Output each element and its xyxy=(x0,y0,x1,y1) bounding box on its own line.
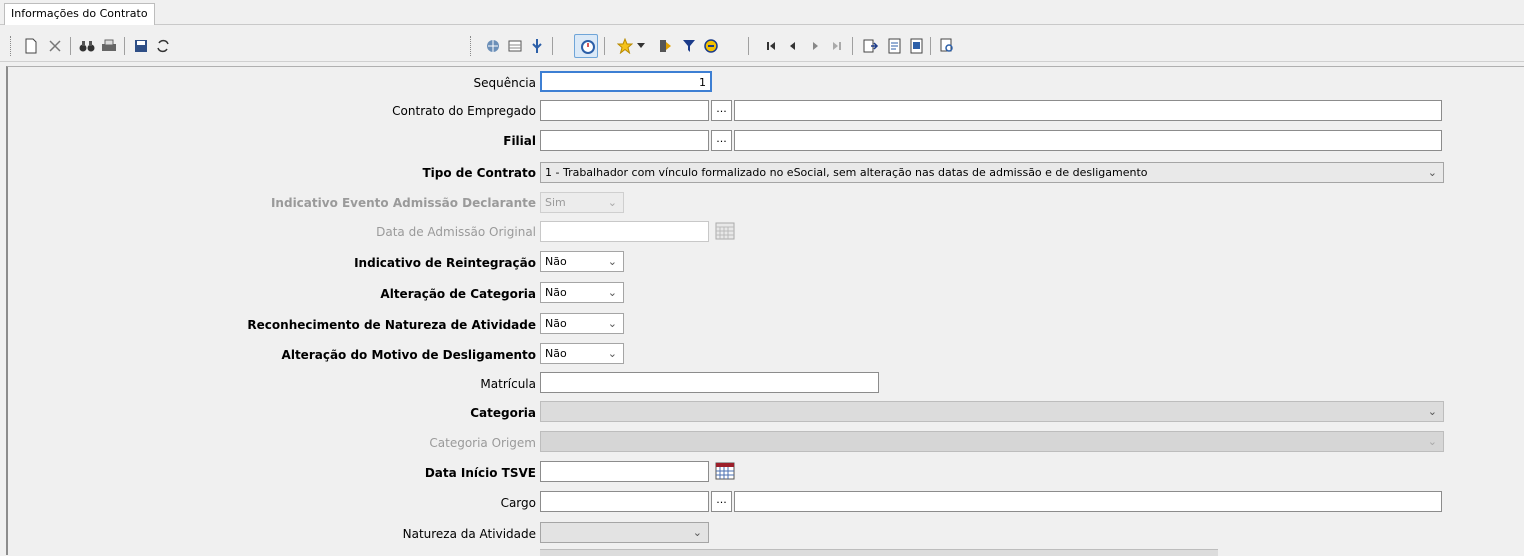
chevron-down-icon: ⌄ xyxy=(607,196,617,209)
label-natureza-atividade: Natureza da Atividade xyxy=(402,527,536,541)
first-record-icon[interactable] xyxy=(762,37,780,55)
tipo-contrato-select[interactable]: 1 - Trabalhador com vínculo formalizado … xyxy=(540,162,1444,183)
indicativo-reintegracao-select[interactable]: Não ⌄ xyxy=(540,251,624,272)
sequencia-input[interactable]: 1 xyxy=(540,71,712,92)
toolbar xyxy=(0,31,1524,62)
alteracao-motivo-value: Não xyxy=(545,347,567,360)
contrato-empregado-lookup-button[interactable]: ... xyxy=(711,100,732,121)
label-data-inicio-tsve: Data Início TSVE xyxy=(424,466,536,480)
record-icon[interactable] xyxy=(702,37,720,55)
toolbar-grip[interactable] xyxy=(10,36,13,56)
data-admissao-original-input xyxy=(540,221,709,242)
chevron-down-icon: ⌄ xyxy=(1427,166,1437,179)
label-cargo: Cargo xyxy=(500,496,536,510)
timer-icon[interactable] xyxy=(574,34,598,58)
cargo-desc[interactable] xyxy=(734,491,1442,512)
toolbar-grip[interactable] xyxy=(470,36,473,56)
natureza-atividade-select[interactable]: ⌄ xyxy=(540,522,709,543)
chevron-down-icon: ⌄ xyxy=(1427,405,1437,418)
label-indicativo-reintegracao: Indicativo de Reintegração xyxy=(354,256,536,270)
grid-icon[interactable] xyxy=(506,37,524,55)
reconhecimento-natureza-select[interactable]: Não ⌄ xyxy=(540,313,624,334)
label-sequencia: Sequência xyxy=(473,76,537,90)
report2-icon[interactable] xyxy=(908,37,926,55)
alteracao-categoria-value: Não xyxy=(545,286,567,299)
info-icon[interactable] xyxy=(528,37,546,55)
toolbar-separator xyxy=(124,37,125,55)
toolbar-separator xyxy=(552,37,553,55)
filial-lookup-button[interactable]: ... xyxy=(711,130,732,151)
label-categoria-origem: Categoria Origem xyxy=(429,436,536,450)
label-alteracao-motivo: Alteração do Motivo de Desligamento xyxy=(281,348,536,362)
form-panel: Sequência 1 Contrato do Empregado ... Fi… xyxy=(6,66,1524,556)
chevron-down-icon: ⌄ xyxy=(607,286,617,299)
globe-icon[interactable] xyxy=(484,37,502,55)
reconhecimento-natureza-value: Não xyxy=(545,317,567,330)
refresh-icon[interactable] xyxy=(154,37,172,55)
indicativo-evento-select: Sim ⌄ xyxy=(540,192,624,213)
data-inicio-tsve-input[interactable] xyxy=(540,461,709,482)
exit-icon[interactable] xyxy=(656,37,674,55)
matricula-input[interactable] xyxy=(540,372,879,393)
label-reconhecimento-natureza: Reconhecimento de Natureza de Atividade xyxy=(247,318,536,332)
label-categoria: Categoria xyxy=(470,406,536,420)
find-binoculars-icon[interactable] xyxy=(78,37,96,55)
preview-icon[interactable] xyxy=(938,37,956,55)
calendar-icon[interactable] xyxy=(715,462,735,480)
chevron-down-icon: ⌄ xyxy=(1427,435,1437,448)
tipo-contrato-value: 1 - Trabalhador com vínculo formalizado … xyxy=(545,166,1148,179)
tab-bar: Informações do Contrato xyxy=(0,0,1524,25)
label-matricula: Matrícula xyxy=(480,377,536,391)
cargo-input[interactable] xyxy=(540,491,709,512)
contrato-empregado-desc[interactable] xyxy=(734,100,1442,121)
label-data-admissao-original: Data de Admissão Original xyxy=(376,225,536,239)
toolbar-separator xyxy=(748,37,749,55)
save-icon[interactable] xyxy=(132,37,150,55)
tab-informacoes-contrato[interactable]: Informações do Contrato xyxy=(4,3,155,25)
chevron-down-icon: ⌄ xyxy=(607,317,617,330)
last-record-icon[interactable] xyxy=(828,37,846,55)
alteracao-motivo-select[interactable]: Não ⌄ xyxy=(540,343,624,364)
toolbar-separator xyxy=(70,37,71,55)
label-contrato-empregado: Contrato do Empregado xyxy=(392,104,536,118)
label-alteracao-categoria: Alteração de Categoria xyxy=(380,287,536,301)
label-indicativo-evento: Indicativo Evento Admissão Declarante xyxy=(270,196,536,210)
next-record-icon[interactable] xyxy=(806,37,824,55)
label-tipo-contrato: Tipo de Contrato xyxy=(422,166,536,180)
cargo-lookup-button[interactable]: ... xyxy=(711,491,732,512)
export-icon[interactable] xyxy=(862,37,880,55)
contrato-empregado-input[interactable] xyxy=(540,100,709,121)
chevron-down-icon: ⌄ xyxy=(607,255,617,268)
filial-input[interactable] xyxy=(540,130,709,151)
indicativo-reintegracao-value: Não xyxy=(545,255,567,268)
calendar-icon xyxy=(715,222,735,240)
chevron-down-icon: ⌄ xyxy=(607,347,617,360)
delete-icon[interactable] xyxy=(46,37,64,55)
alteracao-categoria-select[interactable]: Não ⌄ xyxy=(540,282,624,303)
toolbar-separator xyxy=(604,37,605,55)
toolbar-separator xyxy=(930,37,931,55)
dropdown-arrow-icon[interactable] xyxy=(636,37,646,55)
chevron-down-icon: ⌄ xyxy=(692,526,702,539)
previous-record-icon[interactable] xyxy=(784,37,802,55)
favorite-star-icon[interactable] xyxy=(616,37,634,55)
categoria-select[interactable]: ⌄ xyxy=(540,401,1444,422)
filter-icon[interactable] xyxy=(680,37,698,55)
categoria-origem-select: ⌄ xyxy=(540,431,1444,452)
partial-next-field xyxy=(540,549,1218,556)
print-icon[interactable] xyxy=(100,37,118,55)
toolbar-separator xyxy=(852,37,853,55)
new-document-icon[interactable] xyxy=(22,37,40,55)
indicativo-evento-value: Sim xyxy=(545,196,566,209)
report-icon[interactable] xyxy=(886,37,904,55)
filial-desc[interactable] xyxy=(734,130,1442,151)
label-filial: Filial xyxy=(503,134,536,148)
